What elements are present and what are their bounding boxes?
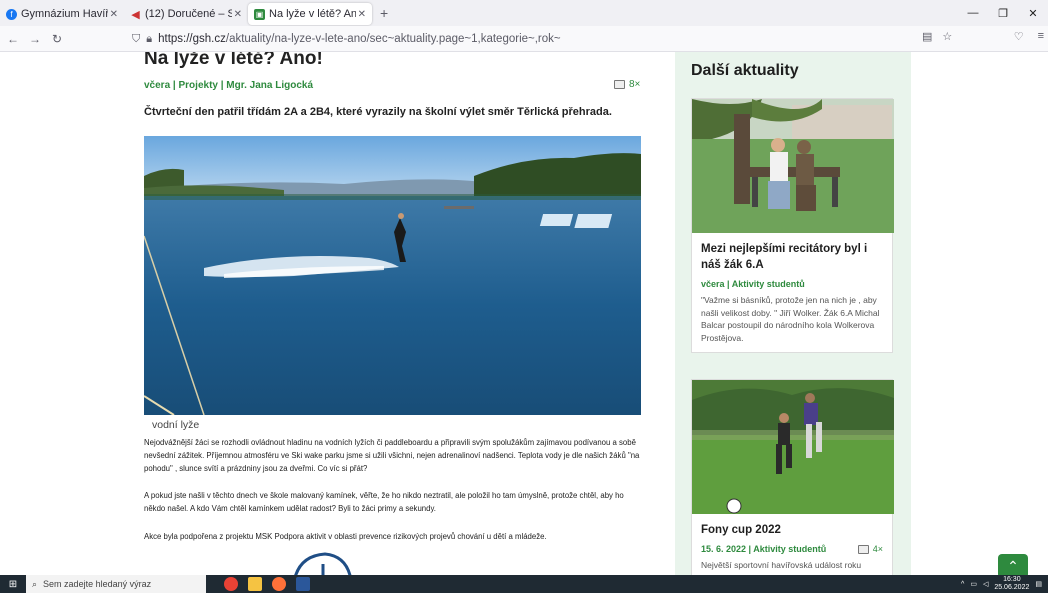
close-icon[interactable]: ✕ bbox=[110, 9, 118, 20]
scroll-to-top-button[interactable]: ⌃ bbox=[998, 554, 1028, 575]
article-hero-image[interactable] bbox=[144, 136, 641, 415]
system-tray: ^ ▭ ◁ 16:30 25.06.2022 ▤ bbox=[961, 575, 1042, 593]
url-host: https://gsh.cz bbox=[158, 33, 226, 45]
search-icon: ⌕ bbox=[32, 578, 38, 589]
gallery-icon bbox=[614, 80, 625, 89]
clock[interactable]: 16:30 25.06.2022 bbox=[994, 576, 1029, 592]
news-card[interactable]: Mezi nejlepšími recitátory byl i náš žák… bbox=[691, 98, 894, 353]
school-site-icon: ▣ bbox=[254, 8, 265, 20]
image-caption: vodní lyže bbox=[152, 419, 200, 431]
browser-window: f Gymnázium Havířov-Po ✕ ◀ (12) Doručené… bbox=[0, 0, 1048, 593]
tab-title: (12) Doručené – Seznan bbox=[145, 8, 232, 20]
news-card-title[interactable]: Mezi nejlepšími recitátory byl i náš žák… bbox=[692, 233, 892, 273]
photo-count-label: 8× bbox=[629, 79, 641, 90]
clock-date: 25.06.2022 bbox=[994, 584, 1030, 591]
bookmark-star-icon[interactable]: ☆ bbox=[942, 30, 952, 43]
taskbar-search-placeholder: Sem zadejte hledaný výraz bbox=[43, 579, 152, 589]
article-lead: Čtvrteční den patřil třídám 2A a 2B4, kt… bbox=[144, 106, 612, 118]
page-content: Na lyže v létě? Ano! včera | Projekty | … bbox=[0, 52, 1048, 575]
url-path: /aktuality/na-lyze-v-lete-ano/sec~aktual… bbox=[225, 33, 561, 45]
file-explorer-icon[interactable] bbox=[248, 577, 262, 591]
sidebar-news: Další aktuality Mezi nejlepšími recitáto… bbox=[675, 52, 911, 575]
reload-icon[interactable]: ↻ bbox=[48, 32, 66, 46]
reader-view-icon[interactable]: ▤ bbox=[922, 30, 932, 43]
lock-icon: 🔒︎ bbox=[146, 32, 153, 45]
tab-current-article[interactable]: ▣ Na lyže v létě? Ano! | A ✕ bbox=[248, 3, 372, 25]
menu-icon[interactable]: ≡ bbox=[1038, 30, 1044, 43]
news-card-title[interactable]: Fony cup 2022 bbox=[692, 514, 892, 538]
seznam-mail-icon: ◀ bbox=[131, 8, 140, 21]
chevron-up-icon: ⌃ bbox=[1007, 557, 1019, 574]
recitation-photo bbox=[692, 99, 894, 233]
navigation-bar: ← → ↻ ⛉ 🔒︎ https://gsh.cz/aktuality/na-l… bbox=[0, 26, 1048, 52]
photo-count[interactable]: 4× bbox=[857, 544, 883, 554]
gallery-icon bbox=[857, 544, 869, 554]
news-card-excerpt: "Važme si básníků, protože jen na nich j… bbox=[701, 295, 880, 343]
photo-count[interactable]: 8× bbox=[614, 79, 640, 90]
water-ski-photo bbox=[144, 136, 641, 415]
minimize-button[interactable]: — bbox=[958, 7, 988, 19]
toolbar-right: ♡ ≡ bbox=[1014, 30, 1044, 43]
tray-chevron-icon[interactable]: ^ bbox=[961, 581, 964, 588]
address-bar[interactable]: ⛉ 🔒︎ https://gsh.cz/aktuality/na-lyze-v-… bbox=[132, 29, 952, 49]
chrome-icon[interactable] bbox=[224, 577, 238, 591]
facebook-icon: f bbox=[6, 8, 17, 20]
forward-arrow-icon[interactable]: → bbox=[26, 32, 44, 46]
network-icon[interactable]: ▭ bbox=[970, 580, 977, 588]
photo-count-label: 4× bbox=[872, 544, 883, 554]
word-icon[interactable] bbox=[296, 577, 310, 591]
news-card-meta-text[interactable]: včera | Aktivity studentů bbox=[701, 279, 805, 289]
sidebar-title: Další aktuality bbox=[691, 62, 799, 79]
news-card-meta-text[interactable]: 15. 6. 2022 | Aktivity studentů bbox=[701, 544, 826, 554]
pocket-icon[interactable]: ♡ bbox=[1014, 30, 1024, 43]
news-card[interactable]: Fony cup 2022 15. 6. 2022 | Aktivity stu… bbox=[691, 379, 894, 575]
address-bar-actions: ▤ ☆ bbox=[922, 30, 952, 43]
new-tab-button[interactable]: + bbox=[380, 5, 388, 21]
windows-taskbar: ⊞ ⌕ Sem zadejte hledaný výraz ^ ▭ ◁ 16:3… bbox=[0, 575, 1048, 593]
tab-bar: f Gymnázium Havířov-Po ✕ ◀ (12) Doručené… bbox=[0, 0, 1048, 26]
clock-time: 16:30 bbox=[1003, 576, 1021, 583]
tab-seznam-mail[interactable]: ◀ (12) Doručené – Seznan ✕ bbox=[124, 3, 248, 25]
article-paragraph-2: A pokud jste našli v těchto dnech ve ško… bbox=[144, 491, 624, 513]
article-title: Na lyže v létě? Ano! bbox=[144, 52, 323, 69]
taskbar-apps bbox=[224, 577, 310, 591]
news-card-meta: včera | Aktivity studentů bbox=[692, 273, 892, 289]
tab-gymnazium[interactable]: f Gymnázium Havířov-Po ✕ bbox=[0, 3, 124, 25]
project-logo-image bbox=[294, 552, 352, 575]
shield-icon: ⛉ bbox=[132, 32, 141, 45]
close-window-button[interactable]: ✕ bbox=[1018, 7, 1048, 20]
close-icon[interactable]: ✕ bbox=[234, 9, 242, 20]
volume-icon[interactable]: ◁ bbox=[983, 580, 988, 588]
news-card-excerpt: Největší sportovní havířovská událost ro… bbox=[701, 560, 862, 570]
close-icon[interactable]: ✕ bbox=[358, 9, 366, 20]
notification-icon[interactable]: ▤ bbox=[1035, 580, 1042, 588]
news-card-meta: 15. 6. 2022 | Aktivity studentů 4× bbox=[692, 538, 892, 554]
tab-title: Na lyže v létě? Ano! | A bbox=[269, 8, 356, 20]
article-paragraph-3: Akce byla podpořena z projektu MSK Podpo… bbox=[144, 532, 547, 541]
article-paragraph-1: Nejodvážnější žáci se rozhodli ovládnout… bbox=[144, 438, 640, 473]
maximize-button[interactable]: ❐ bbox=[988, 7, 1018, 20]
article-meta[interactable]: včera | Projekty | Mgr. Jana Ligocká bbox=[144, 80, 313, 91]
window-controls: — ❐ ✕ bbox=[958, 0, 1048, 26]
back-arrow-icon[interactable]: ← bbox=[4, 32, 22, 46]
firefox-icon[interactable] bbox=[272, 577, 286, 591]
football-photo bbox=[692, 380, 894, 514]
tab-title: Gymnázium Havířov-Po bbox=[21, 8, 108, 20]
windows-start-icon[interactable]: ⊞ bbox=[0, 575, 26, 593]
taskbar-search[interactable]: ⌕ Sem zadejte hledaný výraz bbox=[26, 575, 206, 593]
